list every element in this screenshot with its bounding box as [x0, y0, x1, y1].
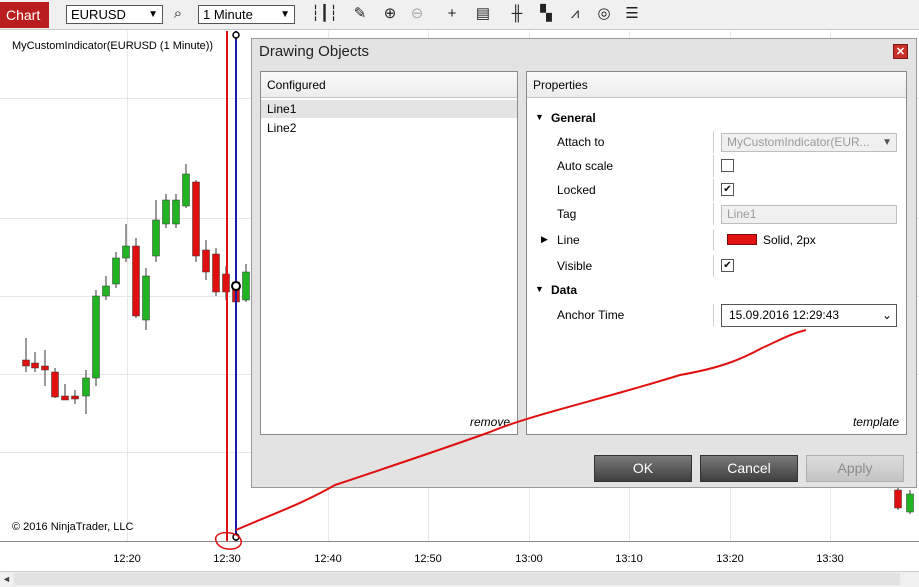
prop-line: ▶ Line Solid, 2px: [527, 229, 906, 251]
column-divider: [713, 131, 714, 153]
category-general[interactable]: ▼ General: [527, 107, 906, 129]
ok-button[interactable]: OK: [594, 455, 692, 482]
list-item[interactable]: Line2: [261, 119, 517, 137]
scroll-left-arrow-icon[interactable]: ◄: [2, 574, 11, 584]
prop-label: Attach to: [557, 135, 605, 149]
time-axis-label: 12:50: [414, 553, 442, 565]
candle-body: [31, 362, 39, 369]
candle-body: [192, 181, 200, 257]
remove-link[interactable]: remove: [470, 415, 510, 429]
column-divider: [713, 155, 714, 177]
candle-body: [182, 173, 190, 207]
candle-body: [222, 273, 230, 293]
prop-attach-to: Attach to MyCustomIndicator(EUR... ▼: [527, 131, 906, 153]
prop-label: Visible: [557, 259, 593, 273]
prop-label: Locked: [557, 183, 596, 197]
anchor-time-select[interactable]: 15.09.2016 12:29:43 ⌄: [721, 304, 897, 327]
column-divider: [713, 304, 714, 326]
category-data[interactable]: ▼ Data: [527, 279, 906, 301]
candle-body: [92, 295, 100, 379]
caret-down-icon[interactable]: ▼: [535, 284, 544, 294]
candle-body: [132, 245, 140, 317]
time-axis-label: 13:20: [716, 553, 744, 565]
candle-body: [894, 489, 902, 509]
candle-body: [212, 253, 220, 293]
time-axis-label: 12:20: [113, 553, 141, 565]
chevron-down-icon: ⌄: [881, 308, 892, 322]
candle-body: [906, 493, 914, 513]
category-label: General: [551, 111, 596, 125]
configured-header: Configured: [261, 72, 517, 98]
prop-locked: Locked ✔: [527, 179, 906, 201]
candle-body: [102, 285, 110, 297]
column-divider: [713, 229, 714, 251]
chevron-down-icon: ▼: [882, 137, 892, 148]
prop-auto-scale: Auto scale: [527, 155, 906, 177]
candle-body: [122, 245, 130, 259]
visible-checkbox[interactable]: ✔: [721, 259, 734, 272]
prop-label: Anchor Time: [557, 308, 625, 322]
close-icon[interactable]: ✕: [893, 44, 908, 59]
candle-body: [142, 275, 150, 321]
prop-label: Line: [557, 233, 580, 247]
prop-label: Tag: [557, 207, 577, 221]
properties-header: Properties: [527, 72, 906, 98]
dialog-title: Drawing Objects: [259, 43, 370, 60]
drawing-objects-dialog: Drawing Objects ✕ Configured Line1 Line2…: [251, 38, 917, 488]
candle-body: [22, 359, 30, 367]
candle-body: [242, 271, 250, 301]
candle-body: [61, 395, 69, 401]
list-item[interactable]: Line1: [261, 100, 517, 118]
time-axis-label: 13:10: [615, 553, 643, 565]
scrollbar-thumb[interactable]: [14, 573, 900, 585]
apply-button[interactable]: Apply: [806, 455, 904, 482]
candle-body: [71, 395, 79, 400]
candle-body: [112, 257, 120, 285]
indicator-label: MyCustomIndicator(EURUSD (1 Minute)): [12, 40, 214, 52]
time-axis-label: 13:00: [515, 553, 543, 565]
column-divider: [713, 255, 714, 277]
time-axis-label: 12:40: [314, 553, 342, 565]
candle-body: [41, 365, 49, 371]
time-axis-label: 12:30: [213, 553, 241, 565]
copyright-text: © 2016 NinjaTrader, LLC: [12, 521, 134, 533]
prop-visible: Visible ✔: [527, 255, 906, 277]
template-link[interactable]: template: [853, 415, 899, 429]
prop-label: Auto scale: [557, 159, 614, 173]
line-style-value[interactable]: Solid, 2px: [763, 233, 816, 247]
line-color-swatch[interactable]: [727, 234, 757, 245]
candle-body: [51, 371, 59, 398]
candle-body: [232, 281, 240, 303]
attach-to-value: MyCustomIndicator(EUR...: [727, 135, 870, 149]
candle-body: [172, 199, 180, 225]
category-label: Data: [551, 283, 578, 297]
candle-body: [82, 377, 90, 397]
attach-to-select[interactable]: MyCustomIndicator(EUR... ▼: [721, 133, 897, 152]
candle-body: [162, 199, 170, 225]
tag-field[interactable]: Line1: [721, 205, 897, 224]
candle-body: [202, 249, 210, 273]
column-divider: [713, 179, 714, 201]
candle-body: [152, 219, 160, 257]
column-divider: [713, 203, 714, 225]
prop-tag: Tag Line1: [527, 203, 906, 225]
anchor-time-value: 15.09.2016 12:29:43: [729, 308, 840, 322]
configured-panel: Configured Line1 Line2 remove: [260, 71, 518, 435]
cancel-button[interactable]: Cancel: [700, 455, 798, 482]
caret-down-icon[interactable]: ▼: [535, 112, 544, 122]
properties-panel: Properties ▼ General Attach to MyCustomI…: [526, 71, 907, 435]
auto-scale-checkbox[interactable]: [721, 159, 734, 172]
prop-anchor-time: Anchor Time 15.09.2016 12:29:43 ⌄: [527, 304, 906, 327]
locked-checkbox[interactable]: ✔: [721, 183, 734, 196]
time-axis-label: 13:30: [816, 553, 844, 565]
caret-right-icon[interactable]: ▶: [541, 234, 548, 245]
